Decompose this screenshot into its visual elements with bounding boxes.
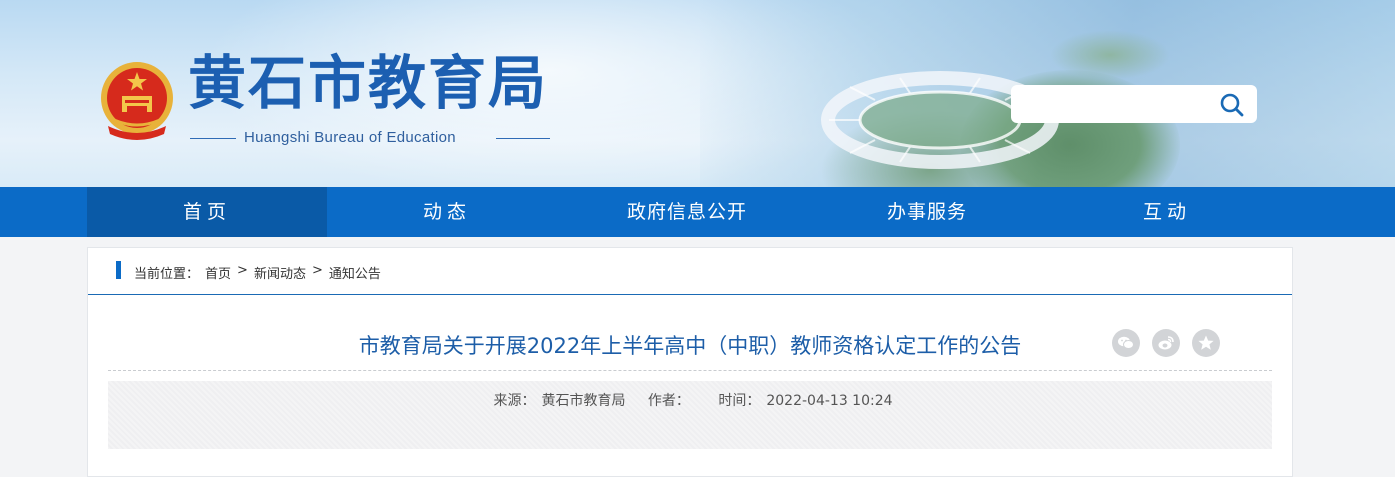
article-container: 当前位置： 首页 > 新闻动态 > 通知公告 市教育局关于开展2022年上半年高… <box>87 247 1293 477</box>
time-value: 2022-04-13 10:24 <box>766 393 893 409</box>
article-meta: 来源： 黄石市教育局 作者： 时间： 2022-04-13 10:24 <box>108 390 1272 410</box>
nav-item-interaction[interactable]: 互动 <box>1047 187 1287 237</box>
breadcrumb-link-news[interactable]: 新闻动态 <box>254 263 306 282</box>
scenery-island <box>1050 30 1170 80</box>
breadcrumb-marker <box>116 261 121 279</box>
breadcrumb-link-notices[interactable]: 通知公告 <box>329 263 381 282</box>
weibo-share-button[interactable] <box>1152 329 1180 357</box>
nav-item-home[interactable]: 首页 <box>87 187 327 237</box>
nav-item-news[interactable]: 动态 <box>327 187 567 237</box>
breadcrumb-prefix: 当前位置： <box>134 267 200 282</box>
breadcrumb-link-home[interactable]: 首页 <box>205 263 231 282</box>
nav-item-services[interactable]: 办事服务 <box>807 187 1047 237</box>
main-nav: 首页 动态 政府信息公开 办事服务 互动 <box>0 187 1395 237</box>
subtitle-divider <box>496 138 550 139</box>
breadcrumb: 当前位置： 首页 > 新闻动态 > 通知公告 <box>88 248 1292 295</box>
favorite-button[interactable] <box>1192 329 1220 357</box>
nav-item-gov-info[interactable]: 政府信息公开 <box>567 187 807 237</box>
glass-skywalk-illustration <box>821 71 1059 169</box>
breadcrumb-separator: > <box>237 263 248 278</box>
subtitle-divider <box>190 138 236 139</box>
time-label: 时间： <box>718 393 761 409</box>
search-input[interactable] <box>1021 93 1211 115</box>
national-emblem-icon <box>101 62 173 140</box>
wechat-share-button[interactable] <box>1112 329 1140 357</box>
weibo-icon <box>1158 336 1174 350</box>
search-box <box>1011 85 1257 123</box>
article-meta-box: 来源： 黄石市教育局 作者： 时间： 2022-04-13 10:24 <box>108 381 1272 449</box>
breadcrumb-separator: > <box>311 263 323 278</box>
title-divider <box>108 370 1272 371</box>
site-subtitle: Huangshi Bureau of Education <box>190 129 550 147</box>
source-label: 来源： <box>493 393 536 409</box>
favorite-star-icon <box>1198 335 1214 350</box>
site-subtitle-text: Huangshi Bureau of Education <box>244 129 456 146</box>
wechat-icon <box>1118 336 1134 349</box>
search-icon[interactable] <box>1219 92 1245 118</box>
site-header: 黄石市教育局 Huangshi Bureau of Education <box>0 0 1395 187</box>
source-value: 黄石市教育局 <box>541 393 626 409</box>
author-label: 作者： <box>647 393 690 409</box>
site-title: 黄石市教育局 <box>188 49 549 117</box>
